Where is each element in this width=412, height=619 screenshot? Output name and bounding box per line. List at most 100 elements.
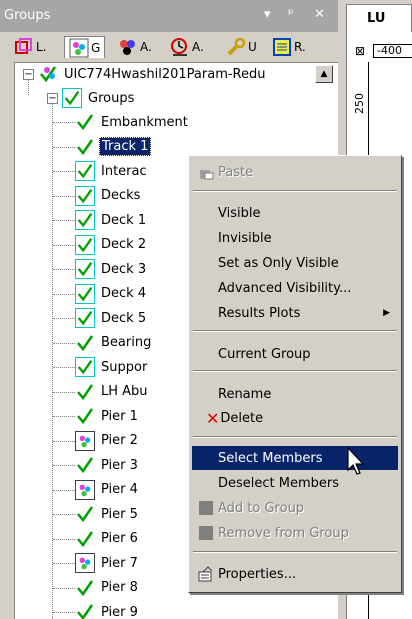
tree-item[interactable]: Interac — [75, 160, 149, 182]
panel-options-icon[interactable]: ▾ — [264, 7, 271, 22]
close-icon[interactable]: ✕ — [314, 7, 325, 22]
tree-connector — [53, 122, 75, 123]
ruler-corner-icon: ⊠ — [354, 44, 366, 58]
tree-connector — [53, 587, 75, 589]
tree-item-label: Deck 5 — [101, 310, 147, 326]
collapse-icon[interactable]: − — [47, 92, 58, 104]
menu-label: Select Members — [218, 450, 323, 466]
tree-item[interactable]: Decks — [75, 185, 142, 207]
tree-item[interactable]: Pier 2 — [75, 430, 140, 452]
tree-item-label: Deck 3 — [101, 261, 147, 277]
checkbox-checked-icon[interactable] — [75, 161, 95, 181]
tree-item[interactable]: Pier 3 — [75, 454, 140, 476]
checkbox-checked-icon[interactable] — [75, 234, 95, 255]
submenu-arrow-icon: ▶ — [383, 308, 390, 318]
menu-delete[interactable]: ✕ Delete — [192, 406, 398, 430]
group-members-icon[interactable] — [75, 479, 95, 500]
tab-reports[interactable]: R. — [272, 36, 306, 58]
tree-item[interactable]: Bearing — [75, 332, 153, 354]
tab-materials[interactable]: A. — [118, 36, 152, 58]
tree-item[interactable]: Pier 7 — [75, 552, 140, 574]
tree-item[interactable]: LH Abu — [75, 381, 150, 403]
tree-item[interactable]: Pier 9 — [75, 601, 140, 619]
group-members-icon[interactable] — [75, 430, 95, 451]
delete-x-icon: ✕ — [206, 408, 220, 428]
check-icon[interactable] — [75, 333, 95, 353]
tree-item[interactable]: Pier 8 — [75, 577, 140, 599]
checkbox-checked-icon[interactable] — [75, 357, 95, 377]
tree-item[interactable]: Track 1 — [75, 136, 152, 158]
menu-set-only-visible[interactable]: Set as Only Visible — [192, 251, 398, 275]
check-icon[interactable] — [75, 112, 95, 132]
checkbox-checked-icon[interactable] — [75, 283, 95, 304]
tree-item[interactable]: Deck 5 — [75, 307, 148, 329]
tree-item[interactable]: Pier 5 — [75, 503, 140, 525]
tree-connector — [53, 342, 75, 344]
tree-item-label: Pier 4 — [101, 482, 138, 497]
menu-add-to-group[interactable]: Add to Group — [192, 496, 398, 520]
checkbox-checked-icon[interactable] — [75, 259, 95, 279]
tree-item-label: Pier 6 — [101, 531, 138, 546]
menu-paste[interactable]: Paste — [192, 160, 398, 184]
check-icon[interactable] — [75, 406, 95, 426]
menu-label: Current Group — [218, 346, 311, 362]
checkbox-checked-icon[interactable] — [75, 185, 95, 206]
check-icon[interactable] — [75, 455, 95, 475]
tree-item[interactable]: Pier 1 — [75, 405, 140, 427]
tree-item-label: Pier 5 — [101, 506, 138, 522]
check-icon[interactable] — [75, 137, 95, 157]
tree-connector — [53, 220, 75, 221]
tree-item[interactable]: Deck 4 — [75, 283, 148, 305]
scroll-up-button[interactable]: ▲ — [315, 65, 333, 83]
tree-item[interactable]: Deck 1 — [75, 209, 148, 231]
checkbox-checked-icon[interactable] — [75, 308, 95, 328]
menu-advanced-visibility[interactable]: Advanced Visibility... — [192, 276, 398, 300]
tree-item[interactable]: Deck 3 — [75, 258, 148, 280]
checkbox-checked-icon[interactable] — [62, 88, 82, 108]
tree-item[interactable]: Embankment — [75, 111, 190, 133]
collapse-icon[interactable]: − — [23, 68, 34, 80]
tree-connector — [52, 99, 53, 619]
horizontal-ruler: -400 — [373, 44, 412, 58]
pin-icon[interactable]: ᵖ — [288, 7, 294, 22]
tree-connector — [53, 538, 75, 540]
check-icon[interactable] — [75, 529, 95, 549]
check-icon[interactable] — [75, 578, 95, 598]
reports-icon — [273, 38, 291, 56]
tab-layers[interactable]: L. — [14, 36, 47, 58]
tree-item-label: Deck 2 — [101, 237, 147, 252]
groups-icon — [69, 38, 89, 57]
menu-visible[interactable]: Visible — [192, 201, 398, 225]
menu-current-group[interactable]: Current Group — [192, 342, 398, 366]
checkbox-checked-icon[interactable] — [75, 210, 95, 230]
tree-item[interactable]: Deck 2 — [75, 234, 148, 256]
menu-separator — [193, 330, 397, 332]
menu-properties[interactable]: Properties... — [192, 562, 398, 586]
group-members-icon[interactable] — [75, 553, 95, 573]
tree-connector — [53, 612, 75, 613]
tab-label: U — [248, 40, 257, 54]
tree-groups-node[interactable]: − Groups — [47, 87, 136, 109]
check-icon[interactable] — [75, 602, 95, 619]
menu-remove-from-group[interactable]: Remove from Group — [192, 521, 398, 545]
tab-label: A. — [140, 40, 152, 54]
menu-invisible[interactable]: Invisible — [192, 226, 398, 250]
tree-item[interactable]: Pier 6 — [75, 528, 140, 550]
check-icon[interactable] — [75, 382, 95, 402]
check-icon[interactable] — [75, 504, 95, 524]
menu-results-plots[interactable]: Results Plots ▶ — [192, 301, 398, 325]
tab-groups[interactable]: G — [64, 36, 106, 58]
properties-icon — [198, 566, 213, 582]
menu-rename[interactable]: Rename — [192, 382, 398, 406]
tree-connector — [53, 367, 75, 368]
tree-item-label: Embankment — [101, 114, 188, 130]
document-tab[interactable]: LU — [346, 4, 412, 32]
panel-tabstrip: L. G A. A. U R. — [0, 32, 338, 62]
menu-label: Delete — [220, 410, 264, 426]
tab-utilities[interactable]: U — [226, 36, 257, 58]
tree-connector — [53, 244, 75, 246]
tree-root[interactable]: − UIC774Hwashil201Param-Redu — [23, 63, 268, 85]
tree-item[interactable]: Pier 4 — [75, 479, 140, 501]
tree-item[interactable]: Suppor — [75, 356, 149, 378]
tab-attributes[interactable]: A. — [170, 36, 204, 58]
